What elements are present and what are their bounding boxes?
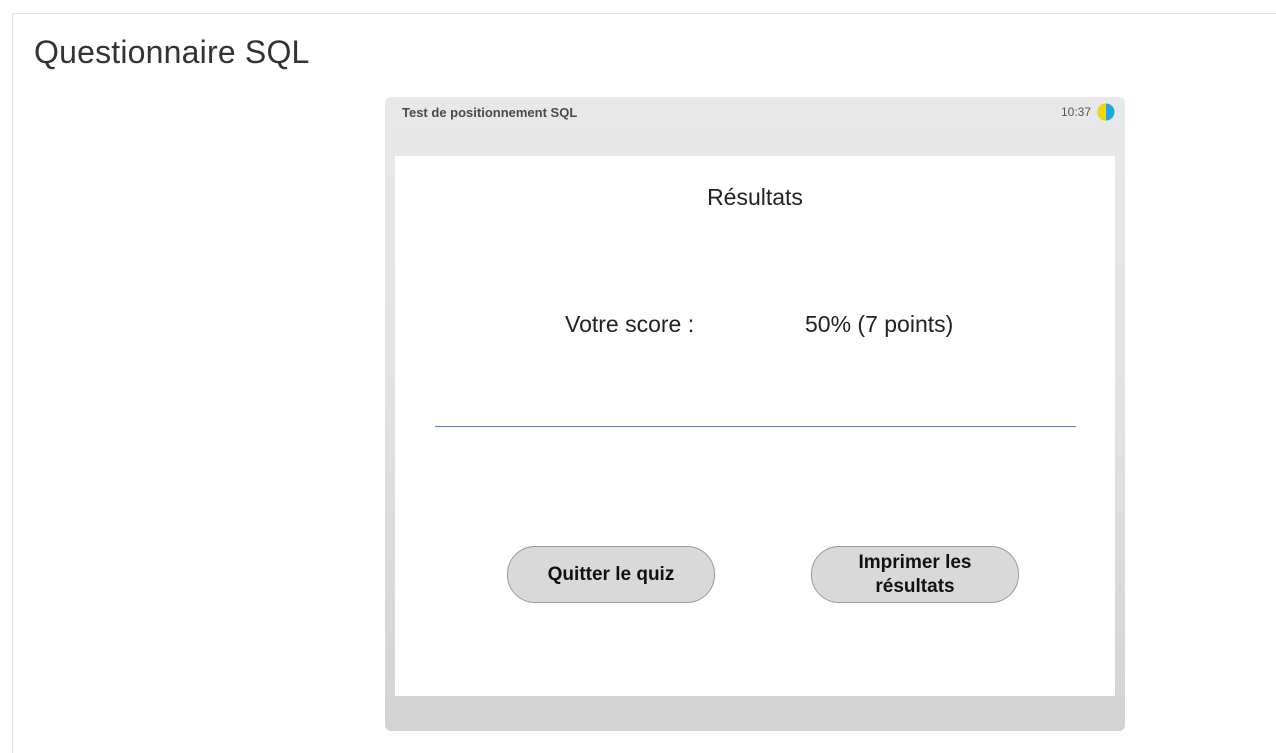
print-results-button[interactable]: Imprimer les résultats (811, 546, 1019, 603)
results-heading: Résultats (707, 184, 803, 210)
player-title: Test de positionnement SQL (402, 105, 578, 120)
player-header: Test de positionnement SQL 10:37 (385, 97, 1125, 127)
quiz-player: Test de positionnement SQL 10:37 Résulta… (385, 97, 1125, 731)
score-value: 50% (7 points) (805, 311, 954, 337)
results-slide: Résultats Votre score : 50% (7 points) Q… (395, 156, 1115, 696)
timer-text: 10:37 (1060, 105, 1091, 119)
timer: 10:37 (1061, 103, 1115, 121)
quit-quiz-button-label: Quitter le quiz (547, 563, 675, 585)
divider (435, 426, 1076, 427)
score-label: Votre score : (565, 311, 695, 337)
page-card: Questionnaire SQL Test de positionnement… (12, 13, 1276, 753)
pie-timer-icon (1097, 103, 1115, 121)
page-title: Questionnaire SQL (34, 34, 310, 70)
print-results-button-label: Imprimer les résultats (858, 551, 972, 597)
quit-quiz-button[interactable]: Quitter le quiz (507, 546, 715, 603)
